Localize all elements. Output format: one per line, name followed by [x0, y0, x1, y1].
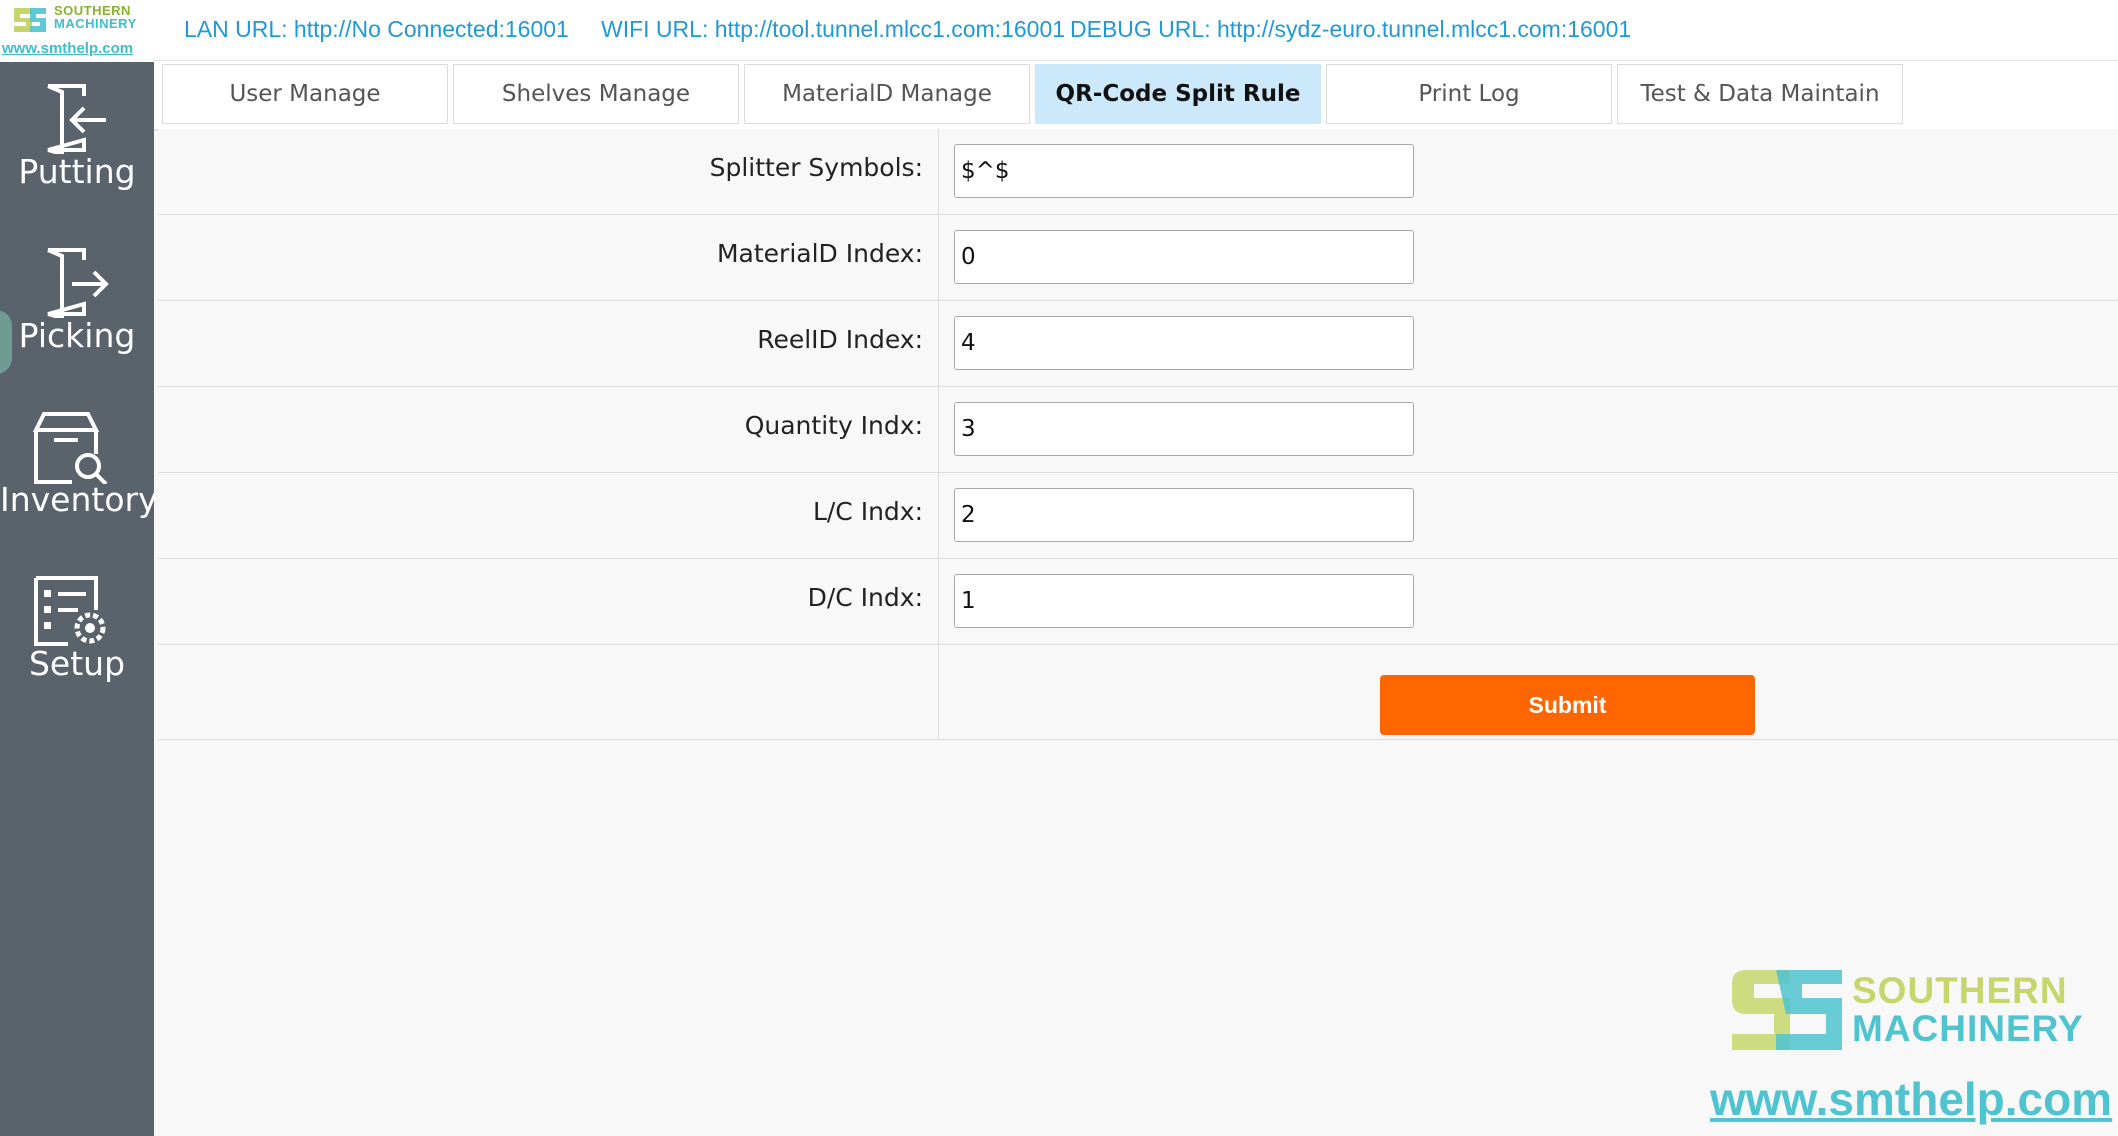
- logo-text: SOUTHERN MACHINERY: [54, 4, 137, 30]
- form-row: ReelID Index:: [158, 301, 2118, 387]
- reelid-index-input[interactable]: [954, 316, 1414, 370]
- url-header: LAN URL: http://No Connected:16001 WIFI …: [154, 0, 2118, 61]
- tab-print-log[interactable]: Print Log: [1326, 64, 1612, 124]
- watermark-brand-text: SOUTHERN MACHINERY: [1852, 972, 2084, 1048]
- form-row: MaterialD Index:: [158, 215, 2118, 301]
- sidebar-item-picking[interactable]: Picking: [0, 246, 154, 396]
- wifi-url: WIFI URL: http://tool.tunnel.mlcc1.com:1…: [601, 16, 1066, 42]
- picking-icon: [47, 248, 109, 318]
- tab-test-data-maintain[interactable]: Test & Data Maintain: [1617, 64, 1903, 124]
- logo-url: www.smthelp.com: [2, 40, 134, 57]
- splitter-symbols-input[interactable]: [954, 144, 1414, 198]
- watermark-line2: MACHINERY: [1852, 1008, 2084, 1049]
- sidebar-item-label: Putting: [18, 152, 136, 191]
- lc-index-input[interactable]: [954, 488, 1414, 542]
- tab-qr-code-split-rule[interactable]: QR-Code Split Rule: [1035, 64, 1321, 124]
- logo-icon: [14, 8, 46, 32]
- tab-materialid-manage[interactable]: MaterialD Manage: [744, 64, 1030, 124]
- tab-shelves-manage[interactable]: Shelves Manage: [453, 64, 739, 124]
- materialid-index-input[interactable]: [954, 230, 1414, 284]
- watermark-logo-icon: [1732, 970, 1842, 1050]
- sidebar-item-inventory[interactable]: Inventory: [0, 410, 158, 560]
- submit-row: Submit: [158, 645, 2118, 740]
- lc-index-label: L/C Indx:: [812, 497, 923, 526]
- sidebar-item-putting[interactable]: Putting: [0, 82, 154, 232]
- tab-user-manage[interactable]: User Manage: [162, 64, 448, 124]
- form-row: Splitter Symbols:: [158, 129, 2118, 215]
- sidebar: SOUTHERN MACHINERY www.smthelp.com Putti…: [0, 0, 158, 1136]
- lan-url: LAN URL: http://No Connected:16001: [184, 16, 569, 42]
- materialid-index-label: MaterialD Index:: [716, 239, 923, 268]
- form-row: Quantity Indx:: [158, 387, 2118, 473]
- submit-button[interactable]: Submit: [1380, 675, 1755, 735]
- quantity-index-label: Quantity Indx:: [744, 411, 923, 440]
- divider: [938, 215, 939, 300]
- form-row: L/C Indx:: [158, 473, 2118, 559]
- debug-url: DEBUG URL: http://sydz-euro.tunnel.mlcc1…: [1070, 16, 1632, 42]
- sidebar-item-label: Picking: [18, 316, 136, 355]
- watermark-line1: SOUTHERN: [1852, 970, 2068, 1011]
- tab-bar: User Manage Shelves Manage MaterialD Man…: [154, 61, 2118, 131]
- putting-icon: [47, 84, 106, 154]
- brand-logo: SOUTHERN MACHINERY www.smthelp.com: [0, 0, 154, 62]
- setup-icon: [34, 576, 106, 646]
- divider: [938, 645, 939, 739]
- divider: [938, 301, 939, 386]
- reelid-index-label: ReelID Index:: [757, 325, 923, 354]
- divider: [938, 473, 939, 558]
- divider: [938, 559, 939, 644]
- sidebar-item-label: Setup: [28, 644, 126, 683]
- inventory-icon: [32, 412, 108, 484]
- logo-line2: MACHINERY: [54, 16, 137, 31]
- splitter-symbols-label: Splitter Symbols:: [709, 153, 923, 182]
- dc-index-label: D/C Indx:: [807, 583, 923, 612]
- split-rule-form: Splitter Symbols: MaterialD Index: ReelI…: [158, 129, 2118, 740]
- sidebar-item-label: Inventory: [0, 480, 158, 519]
- form-row: D/C Indx:: [158, 559, 2118, 645]
- divider: [938, 129, 939, 214]
- quantity-index-input[interactable]: [954, 402, 1414, 456]
- sidebar-item-setup[interactable]: Setup: [0, 574, 154, 724]
- dc-index-input[interactable]: [954, 574, 1414, 628]
- divider: [938, 387, 939, 472]
- watermark-url: www.smthelp.com: [1710, 1073, 2113, 1125]
